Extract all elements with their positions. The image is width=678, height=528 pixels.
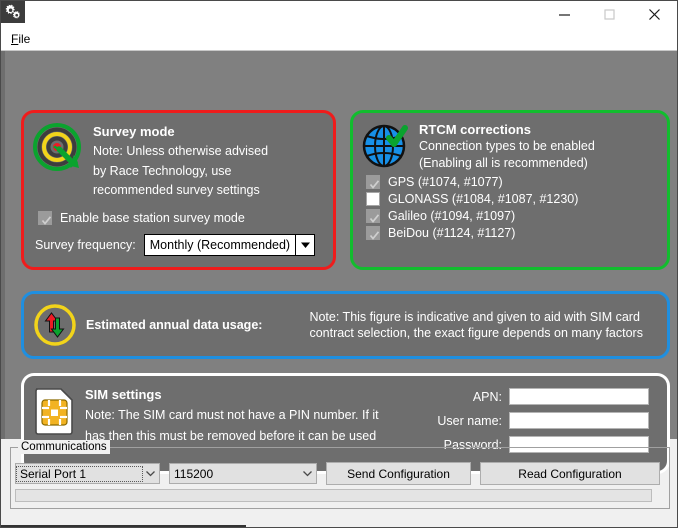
survey-frequency-select[interactable]: Monthly (Recommended) [143,233,316,256]
globe-check-icon [361,121,411,171]
communications-controls: Serial Port 1 115200 Send Configuration … [15,462,669,485]
status-progress-bar [15,489,652,502]
close-button[interactable] [632,1,677,28]
rtcm-title: RTCM corrections [419,122,531,137]
checkbox-label-glonass: GLONASS (#1084, #1087, #1230) [388,192,579,206]
survey-frequency-row: Survey frequency: Monthly (Recommended) [35,233,333,256]
chevron-down-icon[interactable] [295,234,315,255]
checkbox-box-gps[interactable] [366,175,380,189]
checkbox-beidou[interactable]: BeiDou (#1124, #1127) [366,226,667,240]
menu-item-file[interactable]: File [9,30,36,48]
baud-rate-value: 115200 [174,466,214,481]
main-canvas: Survey mode Note: Unless otherwise advis… [1,51,677,474]
maximize-button[interactable] [587,1,632,28]
check-tick-icon [369,228,380,246]
checkbox-box-glonass[interactable] [366,192,380,206]
minimize-button[interactable] [542,1,587,28]
survey-text-block: Survey mode Note: Unless otherwise advis… [93,122,268,199]
checkbox-label-enable-survey: Enable base station survey mode [60,210,245,225]
survey-note-line-3: recommended survey settings [93,183,260,197]
title-bar [1,1,677,28]
survey-frequency-label: Survey frequency: [35,237,136,252]
sim-title: SIM settings [85,387,162,402]
panel-rtcm-corrections: RTCM corrections Connection types to be … [350,110,670,270]
rtcm-constellation-list: GPS (#1074, #1077) GLONASS (#1084, #1087… [366,175,667,240]
serial-port-value: Serial Port 1 [16,465,143,482]
communications-legend: Communications [18,440,110,454]
data-usage-label: Estimated annual data usage: [86,318,263,332]
checkbox-box-enable-survey[interactable] [38,210,52,225]
checkbox-label-galileo: Galileo (#1094, #1097) [388,209,516,223]
baud-rate-select[interactable]: 115200 [169,463,317,484]
rtcm-text-block: RTCM corrections Connection types to be … [419,121,595,171]
survey-note-line-2: by Race Technology, use [93,163,232,178]
sim-note-line-2: has then this must be removed before it … [85,428,377,443]
data-usage-note-line-2: contract selection, the exact figure dep… [309,326,643,340]
check-tick-icon [41,213,52,231]
data-usage-note-line-1: Note: This figure is indicative and give… [309,309,640,324]
data-usage-inner: Estimated annual data usage: Note: This … [24,294,667,356]
field-row-username: User name: [437,412,649,429]
app-gears-icon [1,1,25,23]
checkbox-box-galileo[interactable] [366,209,380,223]
chevron-down-icon[interactable] [299,470,316,477]
data-transfer-icon [32,302,78,348]
sim-note-line-1: Note: The SIM card must not have a PIN n… [85,408,379,422]
panel-data-usage: Estimated annual data usage: Note: This … [21,291,670,359]
apn-label: APN: [472,389,502,404]
apn-input[interactable] [509,388,649,405]
survey-title: Survey mode [93,124,175,139]
send-configuration-button[interactable]: Send Configuration [326,462,471,485]
read-configuration-button[interactable]: Read Configuration [480,462,660,485]
serial-port-select[interactable]: Serial Port 1 [15,463,160,484]
survey-target-icon [32,122,86,176]
window-controls [542,1,677,28]
menu-file-rest: ile [18,32,31,46]
username-label: User name: [437,413,502,428]
survey-header: Survey mode Note: Unless otherwise advis… [24,113,333,199]
checkbox-galileo[interactable]: Galileo (#1094, #1097) [366,209,667,223]
checkbox-gps[interactable]: GPS (#1074, #1077) [366,175,667,189]
checkbox-box-beidou[interactable] [366,226,380,240]
checkbox-glonass[interactable]: GLONASS (#1084, #1087, #1230) [366,192,667,206]
checkbox-label-beidou: BeiDou (#1124, #1127) [388,226,516,240]
panel-survey-mode: Survey mode Note: Unless otherwise advis… [21,110,336,270]
application-window: File Survey mode Note: Unless otherwise … [0,0,678,528]
window-bottom-edge [1,525,246,527]
menu-bar: File [1,28,677,51]
rtcm-header: RTCM corrections Connection types to be … [353,113,667,171]
rtcm-note-line-2: (Enabling all is recommended) [419,155,588,170]
username-input[interactable] [509,412,649,429]
chevron-down-icon[interactable] [142,470,159,477]
rtcm-note-line-1: Connection types to be enabled [419,139,595,153]
survey-frequency-value: Monthly (Recommended) [149,237,291,252]
field-row-apn: APN: [437,388,649,405]
survey-note-line-1: Note: Unless otherwise advised [93,144,269,158]
checkbox-label-gps: GPS (#1074, #1077) [388,175,503,189]
sim-card-icon [34,386,76,436]
data-usage-note: Note: This figure is indicative and give… [309,309,643,342]
checkbox-enable-survey-mode[interactable]: Enable base station survey mode [38,210,333,225]
